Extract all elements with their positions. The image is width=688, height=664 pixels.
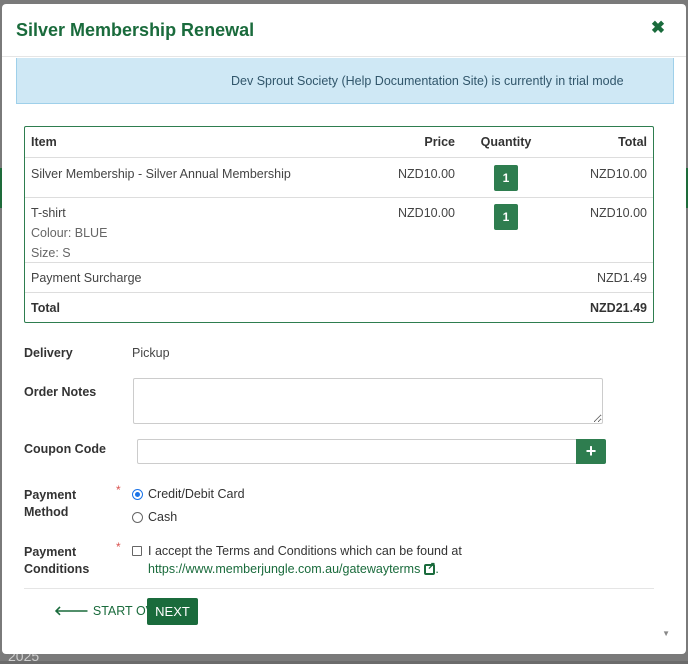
order-notes-field[interactable] — [133, 378, 603, 424]
payment-option-cash[interactable]: Cash — [132, 510, 177, 524]
scroll-down-icon[interactable]: ▼ — [662, 629, 670, 638]
surcharge-label: Payment Surcharge — [25, 262, 365, 293]
payment-method-label-line2: Method — [24, 505, 69, 519]
cart-row: T-shirt Colour: BLUE Size: S NZD10.00 1 … — [25, 197, 653, 263]
terms-block: I accept the Terms and Conditions which … — [132, 544, 462, 576]
grand-total-label: Total — [31, 300, 60, 315]
plus-icon[interactable]: + — [576, 439, 606, 464]
payment-conditions-label: Payment Conditions — [24, 544, 89, 578]
cart-item-colour: Colour: BLUE — [31, 225, 108, 240]
required-marker: * — [116, 540, 121, 554]
header-item: Item — [25, 127, 365, 158]
cart-table: Item Price Quantity Total Silver Members… — [24, 126, 654, 323]
grand-total-row: Total NZD21.49 — [25, 292, 653, 322]
grand-total-value: NZD21.49 — [590, 300, 647, 315]
cart-item-price: NZD10.00 — [365, 157, 461, 198]
footer-divider — [24, 588, 654, 589]
coupon-code-input[interactable] — [137, 439, 577, 464]
terms-checkbox[interactable] — [132, 546, 142, 556]
terms-text: I accept the Terms and Conditions which … — [148, 544, 462, 558]
payment-method-label: Payment Method — [24, 487, 76, 521]
payment-option-label: Credit/Debit Card — [148, 487, 245, 501]
header-total: Total — [551, 127, 653, 158]
payment-option-label: Cash — [148, 510, 178, 524]
surcharge-row: Payment Surcharge NZD1.49 — [25, 262, 653, 293]
header-price: Price — [365, 127, 461, 158]
delivery-value: Pickup — [132, 346, 170, 360]
quantity-button[interactable]: 1 — [494, 164, 518, 191]
payment-conditions-label-line1: Payment — [24, 545, 77, 559]
terms-link-suffix: . — [435, 562, 439, 576]
renewal-modal: Silver Membership Renewal ✖ Dev Sprout S… — [2, 4, 686, 654]
quantity-button[interactable]: 1 — [494, 203, 518, 230]
cart-item-size: Size: S — [31, 245, 71, 260]
cart-header-row: Item Price Quantity Total — [25, 127, 653, 158]
required-marker: * — [116, 483, 121, 497]
next-button[interactable]: NEXT — [147, 598, 198, 625]
radio-selected-icon[interactable] — [132, 488, 143, 500]
trial-mode-alert: Dev Sprout Society (Help Documentation S… — [16, 58, 674, 104]
modal-title: Silver Membership Renewal — [16, 20, 255, 40]
arrow-left-icon: 🡐 — [54, 603, 89, 618]
terms-link[interactable]: https://www.memberjungle.com.au/gatewayt… — [148, 561, 462, 577]
radio-unselected-icon[interactable] — [132, 511, 143, 523]
header-quantity: Quantity — [461, 127, 551, 158]
payment-conditions-label-line2: Conditions — [24, 562, 90, 576]
modal-header: Silver Membership Renewal ✖ — [2, 4, 686, 57]
cart-item-price: NZD10.00 — [365, 197, 461, 263]
surcharge-total: NZD1.49 — [551, 262, 653, 293]
external-link-icon — [424, 561, 436, 575]
payment-option-card[interactable]: Credit/Debit Card — [132, 487, 245, 501]
close-icon[interactable]: ✖ — [650, 19, 666, 36]
cart-item-total: NZD10.00 — [551, 157, 653, 198]
cart-row: Silver Membership - Silver Annual Member… — [25, 157, 653, 198]
coupon-code-label: Coupon Code — [24, 442, 106, 456]
cart-item-name: Silver Membership - Silver Annual Member… — [25, 157, 365, 198]
cart-item-total: NZD10.00 — [551, 197, 653, 263]
delivery-label: Delivery — [24, 346, 73, 360]
cart-item-name: T-shirt — [31, 205, 66, 220]
order-notes-label: Order Notes — [24, 385, 97, 399]
terms-link-text[interactable]: https://www.memberjungle.com.au/gatewayt… — [148, 562, 420, 576]
payment-method-label-line1: Payment — [24, 488, 77, 502]
